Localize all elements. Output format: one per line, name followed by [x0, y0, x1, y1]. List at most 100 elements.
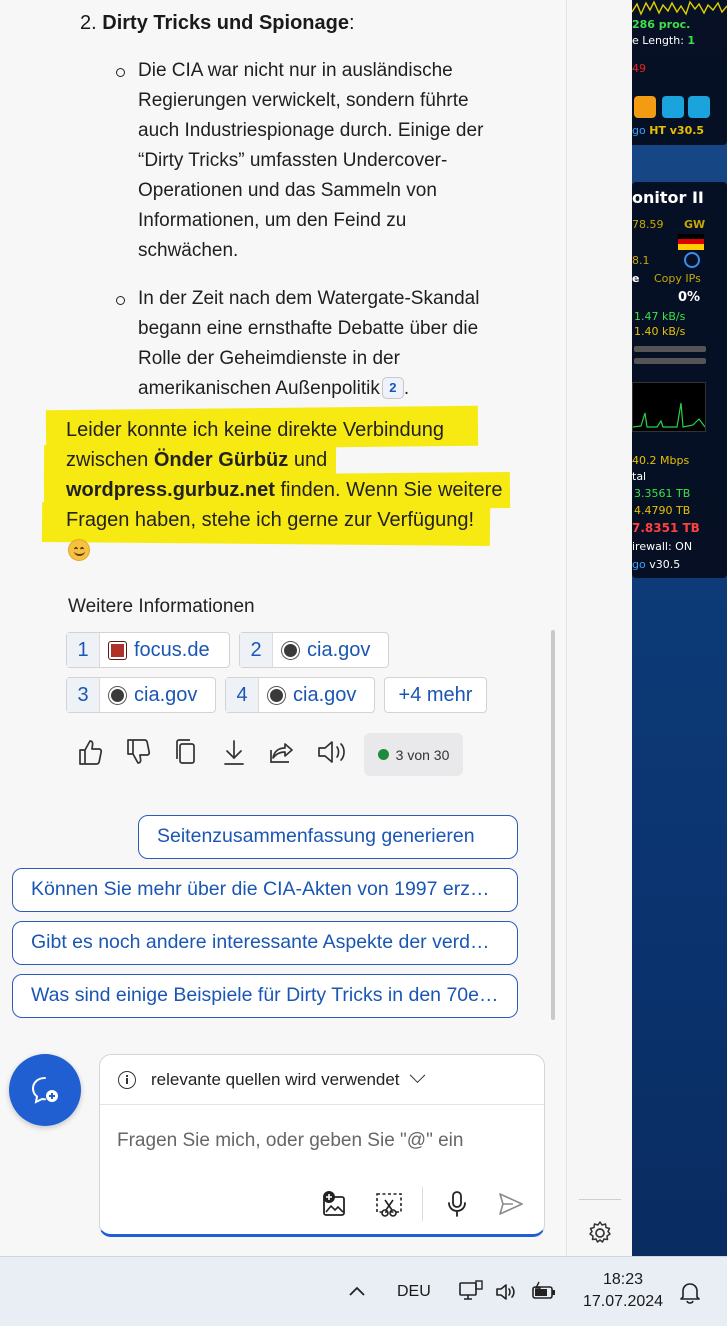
sidebar-rail [566, 0, 632, 1256]
network-monitor-gadget: onitor II 78.59 GW 8.1 e Copy IPs 0% 1.4… [632, 182, 727, 578]
paragraph-line: zwischen Önder Gürbüz und [66, 445, 536, 475]
share-icon[interactable] [268, 736, 296, 768]
bullet-line: auch Industriespionage durch. Einige der [138, 120, 484, 141]
bullet-line: Regierungen verwickelt, sondern führte [138, 90, 469, 111]
bullet-line: “Dirty Tricks” umfassten Undercover- [138, 150, 448, 171]
focus-favicon-icon [109, 641, 126, 659]
activity-sparkline [632, 0, 727, 16]
download-icon[interactable] [220, 736, 248, 768]
paragraph-text: finden. Wenn Sie weitere [274, 479, 503, 501]
network-status-button[interactable] [458, 1257, 484, 1326]
source-number: 1 [67, 633, 100, 667]
list-item-title: Dirty Tricks und Spionage [102, 12, 349, 34]
copy-icon[interactable] [172, 736, 200, 768]
source-mode-selector[interactable]: relevante quellen wird verwendet [100, 1055, 544, 1105]
volume-button[interactable] [494, 1257, 518, 1326]
new-topic-button[interactable] [9, 1054, 81, 1126]
bullet-marker [116, 68, 125, 77]
show-hidden-icons-button[interactable] [346, 1257, 368, 1326]
read-aloud-speaker-icon[interactable] [316, 736, 348, 768]
send-icon[interactable] [496, 1189, 526, 1219]
taskbar-clock[interactable]: 18:23 17.07.2024 [574, 1269, 672, 1313]
gadget-gateway: GW [684, 218, 706, 231]
bullet-line: begann eine ernsthafte Debatte über die [138, 318, 479, 339]
source-link-1[interactable]: 1 focus.de [66, 632, 230, 668]
response-counter-badge: 3 von 30 [364, 733, 463, 776]
sources-title: Weitere Informationen [68, 596, 255, 617]
rail-divider [579, 1199, 621, 1200]
response-counter-text: 3 von 30 [395, 746, 450, 763]
microphone-icon[interactable] [442, 1189, 472, 1219]
paragraph-text: zwischen [66, 449, 154, 471]
gadget-proc: 286 proc. [632, 18, 691, 31]
gadget-speed: 40.2 Mbps [632, 454, 690, 467]
germany-flag-icon [678, 234, 704, 250]
source-number: 3 [67, 678, 100, 712]
gadget-ip: 78.59 [632, 218, 664, 231]
windows-taskbar: DEU 18:23 17.07.2024 [0, 1256, 727, 1326]
menu-icon[interactable] [688, 96, 710, 118]
gadget-version-prefix: go [632, 558, 646, 571]
chat-composer: relevante quellen wird verwendet [99, 1054, 545, 1237]
bullet-marker [116, 296, 125, 305]
bullet-line: Operationen und das Sammeln von [138, 180, 437, 201]
cia-seal-favicon-icon [109, 686, 126, 704]
chevron-down-icon [409, 1067, 425, 1084]
bullet-text: In der Zeit nach dem Watergate-Skandal b… [138, 284, 528, 404]
thumbs-up-icon[interactable] [76, 736, 104, 768]
paragraph-bold: wordpress.gurbuz.net [66, 479, 275, 501]
source-link-4[interactable]: 4 cia.gov [225, 677, 375, 713]
smiley-emoji-icon [68, 539, 90, 561]
gadget-length-label: e Length: [632, 34, 688, 47]
source-link-2[interactable]: 2 cia.gov [239, 632, 389, 668]
source-label: focus.de [134, 638, 210, 661]
source-label: cia.gov [134, 683, 198, 706]
suggestion-chip[interactable]: Was sind einige Beispiele für Dirty Tric… [12, 974, 518, 1018]
gadget-e-label: e [632, 272, 640, 285]
gadget-bar [634, 346, 706, 352]
power-icon[interactable] [634, 96, 656, 118]
gadget-title: onitor II [632, 188, 704, 207]
notifications-button[interactable] [679, 1257, 701, 1326]
bullet-line: Die CIA war nicht nur in ausländische [138, 60, 453, 81]
citation-badge[interactable]: 2 [381, 377, 404, 399]
new-chat-icon [31, 1077, 58, 1104]
gadget-rate-1: 1.47 kB/s [634, 310, 686, 323]
gadget-rate-2: 1.40 kB/s [634, 325, 686, 338]
paragraph-text: und [288, 449, 328, 471]
target-icon [684, 252, 700, 268]
battery-button[interactable] [530, 1257, 558, 1326]
thumbs-down-icon[interactable] [124, 736, 152, 768]
paragraph-line: Fragen haben, stehe ich gerne zur Verfüg… [66, 509, 475, 531]
gadget-length-value: 1 [687, 34, 696, 47]
source-link-3[interactable]: 3 cia.gov [66, 677, 216, 713]
suggestion-chip[interactable]: Können Sie mehr über die CIA-Akten von 1… [12, 868, 518, 912]
traffic-graph [632, 382, 706, 432]
desktop-background: 286 proc. e Length: 1 49 go HT v30.5 oni… [632, 0, 727, 1256]
source-label: cia.gov [307, 638, 371, 661]
copy-ips-link[interactable]: Copy IPs [654, 272, 701, 285]
gear-icon[interactable] [587, 1220, 613, 1246]
clock-date: 17.07.2024 [582, 1293, 664, 1310]
list-item-colon: : [348, 12, 355, 34]
bullet-line: Informationen, um den Feind zu [138, 210, 407, 231]
gadget-bar [634, 358, 706, 364]
chat-input[interactable] [117, 1130, 527, 1152]
gadget-total-label: tal [632, 470, 647, 483]
suggestion-chip[interactable]: Gibt es noch andere interessante Aspekte… [12, 921, 518, 965]
gadget-firewall: irewall: ON [632, 540, 693, 553]
highlighted-paragraph: Leider konnte ich keine direkte Verbindu… [66, 415, 536, 535]
bullet-line: amerikanischen Außenpolitik 2. [138, 374, 528, 404]
source-number: 4 [226, 678, 259, 712]
add-image-icon[interactable] [320, 1189, 350, 1219]
suggestion-chip-summary[interactable]: Seitenzusammenfassung generieren [138, 815, 518, 859]
input-language-indicator[interactable]: DEU [397, 1257, 431, 1326]
refresh-icon[interactable] [662, 96, 684, 118]
paragraph-line: Leider konnte ich keine direkte Verbindu… [66, 419, 445, 441]
status-dot-icon [377, 749, 389, 760]
screenshot-scissors-icon[interactable] [374, 1189, 404, 1219]
more-sources-button[interactable]: +4 mehr [384, 677, 487, 713]
gadget-length: e Length: 1 [632, 34, 695, 47]
chat-scrollbar[interactable] [551, 630, 555, 1020]
numbered-list-item: 2. Dirty Tricks und Spionage: [80, 10, 355, 36]
